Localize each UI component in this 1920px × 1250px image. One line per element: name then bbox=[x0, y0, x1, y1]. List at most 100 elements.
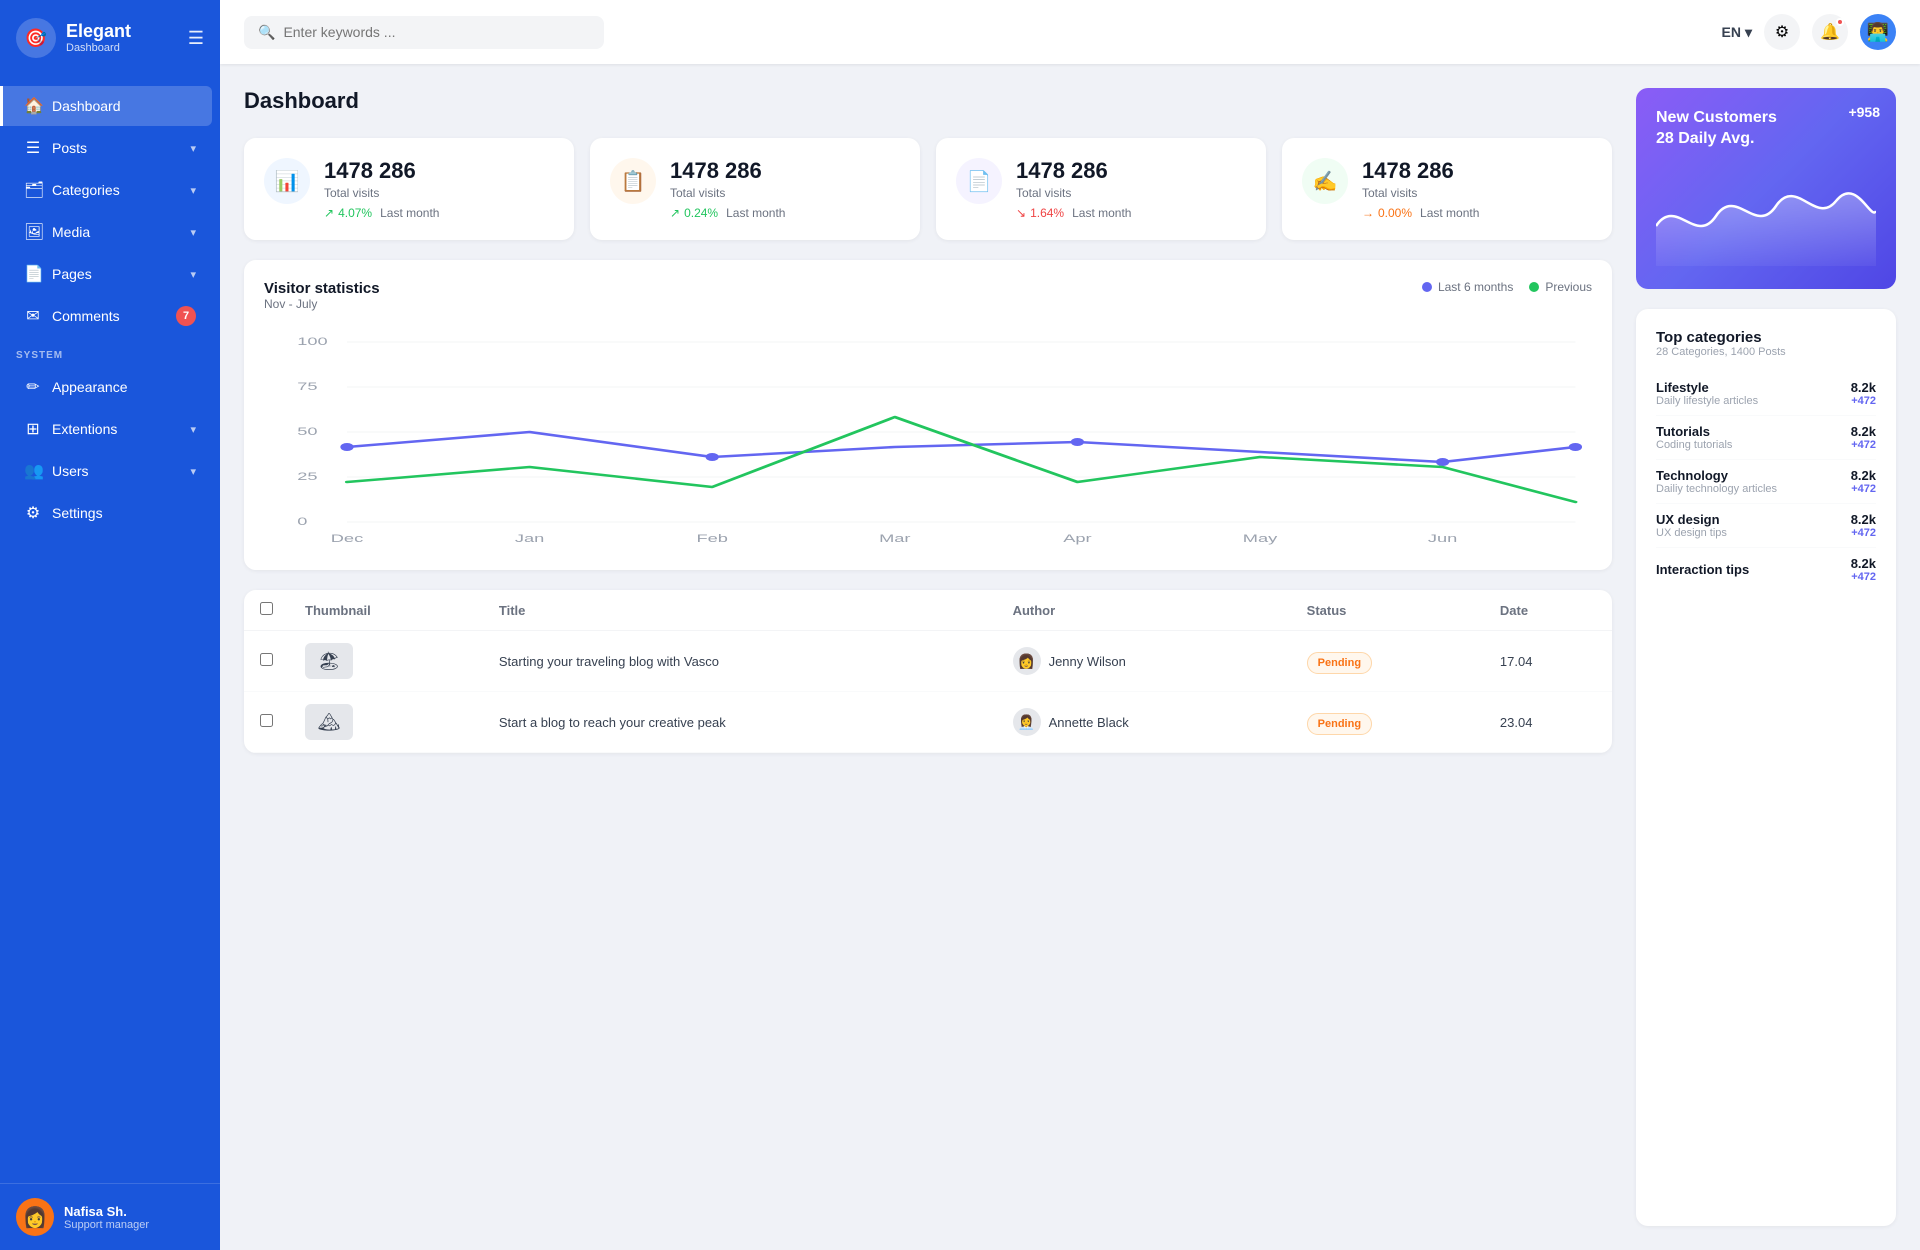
chart-header: Visitor statistics Nov - July Last 6 mon… bbox=[264, 280, 1592, 311]
sidebar-item-appearance[interactable]: ✏ Appearance bbox=[8, 367, 212, 407]
notification-dot bbox=[1836, 18, 1844, 26]
new-customers-card: +958 New Customers 28 Daily Avg. bbox=[1636, 88, 1896, 289]
y-axis-label: 0 bbox=[297, 516, 307, 528]
row-author: 👩‍💼 Annette Black bbox=[997, 692, 1291, 753]
arrow-up-icon: ↗ bbox=[324, 206, 334, 220]
stat-info-3: 1478 286 Total visits → 0.00% Last month bbox=[1362, 158, 1592, 220]
chart-dot bbox=[1436, 458, 1449, 466]
author-name: Jenny Wilson bbox=[1049, 654, 1126, 669]
user-profile-button[interactable]: 👨‍💻 bbox=[1860, 14, 1896, 50]
table-header-checkbox bbox=[244, 590, 289, 631]
visitor-stats-chart: Visitor statistics Nov - July Last 6 mon… bbox=[244, 260, 1612, 570]
sidebar-item-media[interactable]: 🖼 Media ▾ bbox=[8, 212, 212, 252]
stat-month-1: Last month bbox=[726, 206, 785, 220]
comments-badge: 7 bbox=[176, 306, 196, 326]
language-label: EN bbox=[1722, 24, 1741, 40]
x-axis-label: Apr bbox=[1063, 533, 1091, 545]
category-item: Interaction tips 8.2k +472 bbox=[1656, 548, 1876, 591]
stat-card-2: 📄 1478 286 Total visits ↘ 1.64% Last mon… bbox=[936, 138, 1266, 240]
sidebar-item-pages[interactable]: 📄 Pages ▾ bbox=[8, 254, 212, 294]
settings-button[interactable]: ⚙ bbox=[1764, 14, 1800, 50]
sidebar-item-comments[interactable]: ✉ Comments 7 bbox=[8, 296, 212, 336]
search-input[interactable] bbox=[283, 24, 590, 40]
dashboard-icon: 🏠 bbox=[24, 96, 42, 116]
cat-name: Tutorials bbox=[1656, 424, 1851, 439]
sidebar-item-label: Dashboard bbox=[52, 98, 196, 114]
sidebar-logo: 🎯 Elegant Dashboard ☰ bbox=[0, 0, 220, 76]
sidebar-item-posts[interactable]: ☰ Posts ▾ bbox=[8, 128, 212, 168]
users-icon: 👥 bbox=[24, 461, 42, 481]
stat-info-2: 1478 286 Total visits ↘ 1.64% Last month bbox=[1016, 158, 1246, 220]
logo-icon: 🎯 bbox=[16, 18, 56, 58]
cat-count: 8.2k bbox=[1851, 380, 1876, 395]
sidebar-item-settings[interactable]: ⚙ Settings bbox=[8, 493, 212, 533]
category-item: Tutorials Coding tutorials 8.2k +472 bbox=[1656, 416, 1876, 460]
row-status: Pending bbox=[1291, 692, 1484, 753]
cat-name: Lifestyle bbox=[1656, 380, 1851, 395]
chart-dot bbox=[1569, 443, 1582, 451]
sidebar-item-label: Extentions bbox=[52, 421, 180, 437]
sidebar-item-label: Media bbox=[52, 224, 180, 240]
row-checkbox[interactable] bbox=[260, 714, 273, 727]
sidebar-item-dashboard[interactable]: 🏠 Dashboard bbox=[0, 86, 212, 126]
cat-change: +472 bbox=[1851, 395, 1876, 407]
select-all-checkbox[interactable] bbox=[260, 602, 273, 615]
chevron-down-icon: ▾ bbox=[190, 465, 196, 478]
language-selector[interactable]: EN ▾ bbox=[1722, 24, 1752, 41]
sidebar-item-categories[interactable]: 🗂 Categories ▾ bbox=[8, 170, 212, 210]
search-box[interactable]: 🔍 bbox=[244, 16, 604, 49]
x-axis-label: Feb bbox=[696, 533, 727, 545]
chart-legend: Last 6 months Previous bbox=[1422, 280, 1592, 294]
table-header-thumbnail: Thumbnail bbox=[289, 590, 483, 631]
header: 🔍 EN ▾ ⚙ 🔔 👨‍💻 bbox=[220, 0, 1920, 64]
wave-fill bbox=[1656, 193, 1876, 266]
hamburger-icon[interactable]: ☰ bbox=[188, 28, 204, 49]
stat-change-1: ↗ 0.24% Last month bbox=[670, 206, 900, 220]
main-content: 🔍 EN ▾ ⚙ 🔔 👨‍💻 Dashboard 📊 bbox=[220, 0, 1920, 1250]
sidebar-item-extensions[interactable]: ⊞ Extentions ▾ bbox=[8, 409, 212, 449]
extensions-icon: ⊞ bbox=[24, 419, 42, 439]
stat-card-0: 📊 1478 286 Total visits ↗ 4.07% Last mon… bbox=[244, 138, 574, 240]
stat-month-0: Last month bbox=[380, 206, 439, 220]
chart-subtitle: Nov - July bbox=[264, 297, 380, 311]
chevron-down-icon: ▾ bbox=[190, 226, 196, 239]
sidebar-nav: 🏠 Dashboard ☰ Posts ▾ 🗂 Categories ▾ 🖼 M… bbox=[0, 76, 220, 1183]
arrow-up-icon: ↗ bbox=[670, 206, 680, 220]
x-axis-label: Dec bbox=[331, 533, 364, 545]
legend-dot-purple bbox=[1422, 282, 1432, 292]
tc-subtitle: 28 Categories, 1400 Posts bbox=[1656, 346, 1876, 358]
settings-icon: ⚙ bbox=[24, 503, 42, 523]
sidebar-item-label: Settings bbox=[52, 505, 196, 521]
x-axis-label: Mar bbox=[879, 533, 910, 545]
notifications-button[interactable]: 🔔 bbox=[1812, 14, 1848, 50]
chart-svg: 100 75 50 25 0 bbox=[264, 327, 1592, 547]
stat-label-2: Total visits bbox=[1016, 186, 1246, 200]
header-right: EN ▾ ⚙ 🔔 👨‍💻 bbox=[1722, 14, 1896, 50]
cat-right: 8.2k +472 bbox=[1851, 468, 1876, 495]
stat-label-1: Total visits bbox=[670, 186, 900, 200]
app-subtitle: Dashboard bbox=[66, 42, 131, 55]
row-author: 👩 Jenny Wilson bbox=[997, 631, 1291, 692]
row-thumbnail: 🏖 bbox=[289, 631, 483, 692]
sidebar-item-users[interactable]: 👥 Users ▾ bbox=[8, 451, 212, 491]
stat-card-1: 📋 1478 286 Total visits ↗ 0.24% Last mon… bbox=[590, 138, 920, 240]
top-categories-card: Top categories 28 Categories, 1400 Posts… bbox=[1636, 309, 1896, 1226]
sidebar-item-label: Users bbox=[52, 463, 180, 479]
y-axis-label: 50 bbox=[297, 426, 317, 438]
comments-icon: ✉ bbox=[24, 306, 42, 326]
row-title: Starting your traveling blog with Vasco bbox=[483, 631, 997, 692]
status-badge: Pending bbox=[1307, 652, 1372, 674]
row-checkbox[interactable] bbox=[260, 653, 273, 666]
posts-icon: ☰ bbox=[24, 138, 42, 158]
y-axis-label: 25 bbox=[297, 471, 317, 483]
stat-change-2: ↘ 1.64% Last month bbox=[1016, 206, 1246, 220]
legend-label: Last 6 months bbox=[1438, 280, 1513, 294]
stat-month-3: Last month bbox=[1420, 206, 1479, 220]
cat-change: +472 bbox=[1851, 571, 1876, 583]
sidebar-item-label: Categories bbox=[52, 182, 180, 198]
stat-month-2: Last month bbox=[1072, 206, 1131, 220]
stat-label-3: Total visits bbox=[1362, 186, 1592, 200]
table-header-title: Title bbox=[483, 590, 997, 631]
table-row: 🏖 Starting your traveling blog with Vasc… bbox=[244, 631, 1612, 692]
chart-line-purple bbox=[347, 432, 1575, 462]
